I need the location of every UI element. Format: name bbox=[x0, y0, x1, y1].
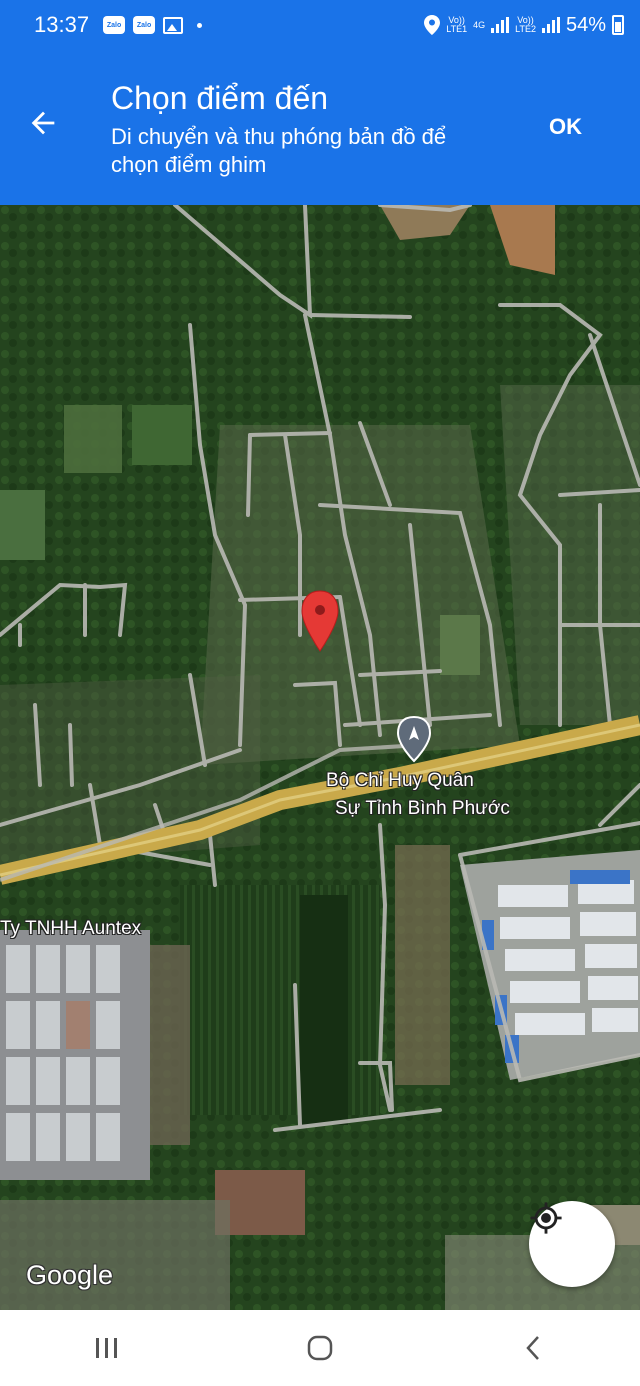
arrow-back-icon bbox=[31, 111, 55, 135]
ok-button[interactable]: OK bbox=[549, 114, 582, 140]
status-bar: 13:37 Zalo Zalo Vo)) LTE1 4G Vo)) LTE2 5… bbox=[0, 0, 640, 50]
page-subtitle: Di chuyển và thu phóng bản đồ để chọn đi… bbox=[111, 124, 447, 177]
company-label: Ty TNHH Auntex bbox=[0, 918, 142, 939]
gallery-icon bbox=[163, 16, 184, 34]
system-nav-bar bbox=[0, 1310, 640, 1386]
sim1-label: LTE1 bbox=[446, 24, 468, 34]
notification-dot-icon bbox=[197, 22, 203, 28]
signal-icon bbox=[491, 17, 510, 33]
network-type: 4G bbox=[473, 19, 486, 30]
app-bar: Chọn điểm đến Di chuyển và thu phóng bản… bbox=[0, 50, 640, 205]
recents-button[interactable] bbox=[77, 1318, 137, 1378]
zalo-icon: Zalo bbox=[133, 16, 156, 34]
sim2-label: LTE2 bbox=[515, 24, 536, 34]
back-icon bbox=[526, 1336, 540, 1360]
status-time: 13:37 bbox=[34, 12, 90, 37]
poi-label-line1: Bộ Chỉ Huy Quân bbox=[326, 770, 474, 791]
my-location-button[interactable] bbox=[529, 1201, 615, 1287]
status-left: 13:37 Zalo Zalo bbox=[34, 12, 203, 38]
recents-icon bbox=[95, 1338, 117, 1358]
sim1-indicator: Vo)) LTE1 bbox=[446, 16, 467, 34]
signal-icon bbox=[541, 17, 560, 33]
home-icon bbox=[307, 1335, 333, 1361]
status-right: Vo)) LTE1 4G Vo)) LTE2 54% bbox=[424, 14, 624, 37]
map-view[interactable]: Bộ Chỉ Huy Quân Sự Tỉnh Bình Phước Ty TN… bbox=[0, 205, 640, 1310]
location-icon bbox=[424, 15, 441, 35]
back-button[interactable] bbox=[26, 106, 60, 140]
crosshair-icon bbox=[530, 1202, 562, 1234]
satellite-map bbox=[0, 205, 640, 1310]
page-title: Chọn điểm đến bbox=[111, 80, 329, 116]
zalo-icon: Zalo bbox=[103, 16, 126, 34]
battery-percent: 54% bbox=[565, 13, 606, 36]
sim2-indicator: Vo)) LTE2 bbox=[515, 16, 536, 34]
poi-label-line2: Sự Tỉnh Bình Phước bbox=[335, 798, 510, 819]
back-nav-button[interactable] bbox=[503, 1318, 563, 1378]
battery-icon bbox=[612, 15, 624, 35]
google-logo: Google bbox=[26, 1260, 114, 1290]
home-button[interactable] bbox=[290, 1318, 350, 1378]
